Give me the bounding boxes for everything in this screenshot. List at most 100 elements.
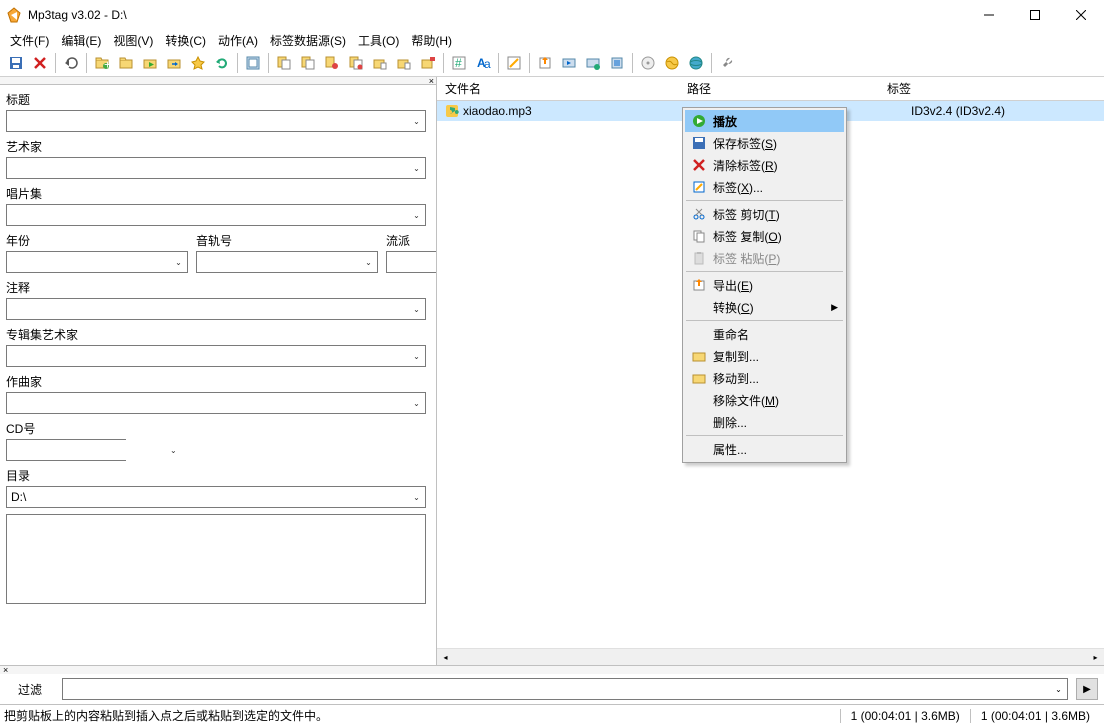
menu-tools[interactable]: 工具(O) bbox=[352, 30, 405, 51]
undo-icon[interactable] bbox=[60, 52, 82, 74]
refresh-icon[interactable] bbox=[211, 52, 233, 74]
scroll-right-icon[interactable]: ▸ bbox=[1087, 649, 1104, 666]
save-icon[interactable] bbox=[5, 52, 27, 74]
playlist-icon[interactable] bbox=[606, 52, 628, 74]
close-button[interactable] bbox=[1058, 0, 1104, 30]
input-track[interactable]: ⌄ bbox=[196, 251, 378, 273]
globe-icon[interactable] bbox=[661, 52, 683, 74]
folder-icon bbox=[689, 370, 709, 386]
status-total: 1 (00:04:01 | 3.6MB) bbox=[970, 709, 1100, 723]
ctx-remove-file[interactable]: 移除文件(M) bbox=[685, 389, 844, 411]
dropdown-arrow-icon[interactable]: ⌄ bbox=[360, 252, 377, 272]
folder-tag-icon[interactable] bbox=[369, 52, 391, 74]
ctx-cut[interactable]: 标签 剪切(T) bbox=[685, 203, 844, 225]
dropdown-arrow-icon[interactable]: ⌄ bbox=[170, 252, 187, 272]
ctx-move-to[interactable]: 移动到... bbox=[685, 367, 844, 389]
ctx-play[interactable]: 播放 bbox=[685, 110, 844, 132]
horizontal-scrollbar[interactable]: ◂ ▸ bbox=[437, 648, 1104, 665]
toolbar-separator bbox=[711, 53, 712, 73]
label-comment: 注释 bbox=[6, 279, 426, 296]
menu-convert[interactable]: 转换(C) bbox=[159, 30, 212, 51]
number-icon[interactable]: # bbox=[448, 52, 470, 74]
folder-open-icon[interactable] bbox=[115, 52, 137, 74]
dropdown-arrow-icon[interactable]: ⌄ bbox=[1050, 679, 1067, 699]
menu-view[interactable]: 视图(V) bbox=[107, 30, 159, 51]
ctx-delete[interactable]: 删除... bbox=[685, 411, 844, 433]
dropdown-arrow-icon[interactable]: ⌄ bbox=[408, 487, 425, 507]
minimize-button[interactable] bbox=[966, 0, 1012, 30]
dropdown-arrow-icon[interactable]: ⌄ bbox=[408, 205, 425, 225]
case-icon[interactable]: Aa bbox=[472, 52, 494, 74]
star-icon[interactable] bbox=[187, 52, 209, 74]
cut-icon bbox=[689, 206, 709, 222]
select-all-icon[interactable] bbox=[242, 52, 264, 74]
cover-area[interactable] bbox=[6, 514, 426, 604]
folder-add-icon[interactable]: + bbox=[91, 52, 113, 74]
delete-icon[interactable] bbox=[29, 52, 51, 74]
folder-play-icon[interactable] bbox=[139, 52, 161, 74]
filter-go-button[interactable]: ▶ bbox=[1076, 678, 1098, 700]
action-run-icon[interactable] bbox=[582, 52, 604, 74]
toolbar-separator bbox=[529, 53, 530, 73]
wrench-icon[interactable] bbox=[716, 52, 738, 74]
tag-copy3-icon[interactable] bbox=[345, 52, 367, 74]
ctx-paste: 标签 粘贴(P) bbox=[685, 247, 844, 269]
tag-copy2-icon[interactable] bbox=[297, 52, 319, 74]
ctx-ext-tags[interactable]: 标签(X)... bbox=[685, 176, 844, 198]
dropdown-arrow-icon[interactable]: ⌄ bbox=[408, 111, 425, 131]
col-filename[interactable]: 文件名 bbox=[437, 77, 679, 100]
ctx-export[interactable]: 导出(E) bbox=[685, 274, 844, 296]
filter-bar: 过滤 ⌄ ▶ bbox=[0, 674, 1104, 704]
input-directory[interactable]: ⌄ bbox=[6, 486, 426, 508]
col-path[interactable]: 路径 bbox=[679, 77, 879, 100]
disc-icon[interactable] bbox=[637, 52, 659, 74]
input-composer[interactable]: ⌄ bbox=[6, 392, 426, 414]
action-icon[interactable] bbox=[558, 52, 580, 74]
input-year[interactable]: ⌄ bbox=[6, 251, 188, 273]
dropdown-arrow-icon[interactable]: ⌄ bbox=[408, 393, 425, 413]
menubar: 文件(F) 编辑(E) 视图(V) 转换(C) 动作(A) 标签数据源(S) 工… bbox=[0, 30, 1104, 50]
ctx-copy[interactable]: 标签 复制(O) bbox=[685, 225, 844, 247]
menu-edit[interactable]: 编辑(E) bbox=[55, 30, 107, 51]
toolbar-separator bbox=[498, 53, 499, 73]
ctx-separator bbox=[686, 320, 843, 321]
ctx-rename[interactable]: 重命名 bbox=[685, 323, 844, 345]
menu-file[interactable]: 文件(F) bbox=[4, 30, 55, 51]
filter-input[interactable]: ⌄ bbox=[62, 678, 1068, 700]
col-tag[interactable]: 标签 bbox=[879, 77, 1079, 100]
input-albumartist[interactable]: ⌄ bbox=[6, 345, 426, 367]
folder-flag-icon[interactable] bbox=[417, 52, 439, 74]
ctx-properties[interactable]: 属性... bbox=[685, 438, 844, 460]
folder-arrow-icon[interactable] bbox=[163, 52, 185, 74]
ctx-convert[interactable]: 转换(C) ▶ bbox=[685, 296, 844, 318]
dropdown-arrow-icon[interactable]: ⌄ bbox=[408, 346, 425, 366]
dropdown-arrow-icon[interactable]: ⌄ bbox=[408, 158, 425, 178]
web-icon[interactable] bbox=[685, 52, 707, 74]
dropdown-arrow-icon[interactable]: ⌄ bbox=[408, 299, 425, 319]
dropdown-arrow-icon[interactable]: ⌄ bbox=[170, 440, 177, 460]
scroll-left-icon[interactable]: ◂ bbox=[437, 649, 454, 666]
tag-link-icon[interactable] bbox=[321, 52, 343, 74]
menu-tagsources[interactable]: 标签数据源(S) bbox=[264, 30, 352, 51]
menu-actions[interactable]: 动作(A) bbox=[212, 30, 264, 51]
input-artist[interactable]: ⌄ bbox=[6, 157, 426, 179]
edit-icon[interactable] bbox=[503, 52, 525, 74]
tag-copy-icon[interactable] bbox=[273, 52, 295, 74]
label-composer: 作曲家 bbox=[6, 373, 426, 390]
menu-help[interactable]: 帮助(H) bbox=[405, 30, 458, 51]
input-title[interactable]: ⌄ bbox=[6, 110, 426, 132]
folder-tag2-icon[interactable] bbox=[393, 52, 415, 74]
maximize-button[interactable] bbox=[1012, 0, 1058, 30]
input-comment[interactable]: ⌄ bbox=[6, 298, 426, 320]
input-genre[interactable]: ⌄ bbox=[386, 251, 436, 273]
panel-close-icon[interactable]: × bbox=[429, 77, 434, 85]
input-disc[interactable]: ⌄ bbox=[6, 439, 126, 461]
ctx-remove-tag[interactable]: 清除标签(R) bbox=[685, 154, 844, 176]
panel-close-icon[interactable]: × bbox=[3, 665, 8, 675]
ctx-copy-to[interactable]: 复制到... bbox=[685, 345, 844, 367]
input-album[interactable]: ⌄ bbox=[6, 204, 426, 226]
filter-label: 过滤 bbox=[6, 681, 54, 698]
label-year: 年份 bbox=[6, 232, 188, 249]
ctx-save-tag[interactable]: 保存标签(S) bbox=[685, 132, 844, 154]
export-icon[interactable] bbox=[534, 52, 556, 74]
